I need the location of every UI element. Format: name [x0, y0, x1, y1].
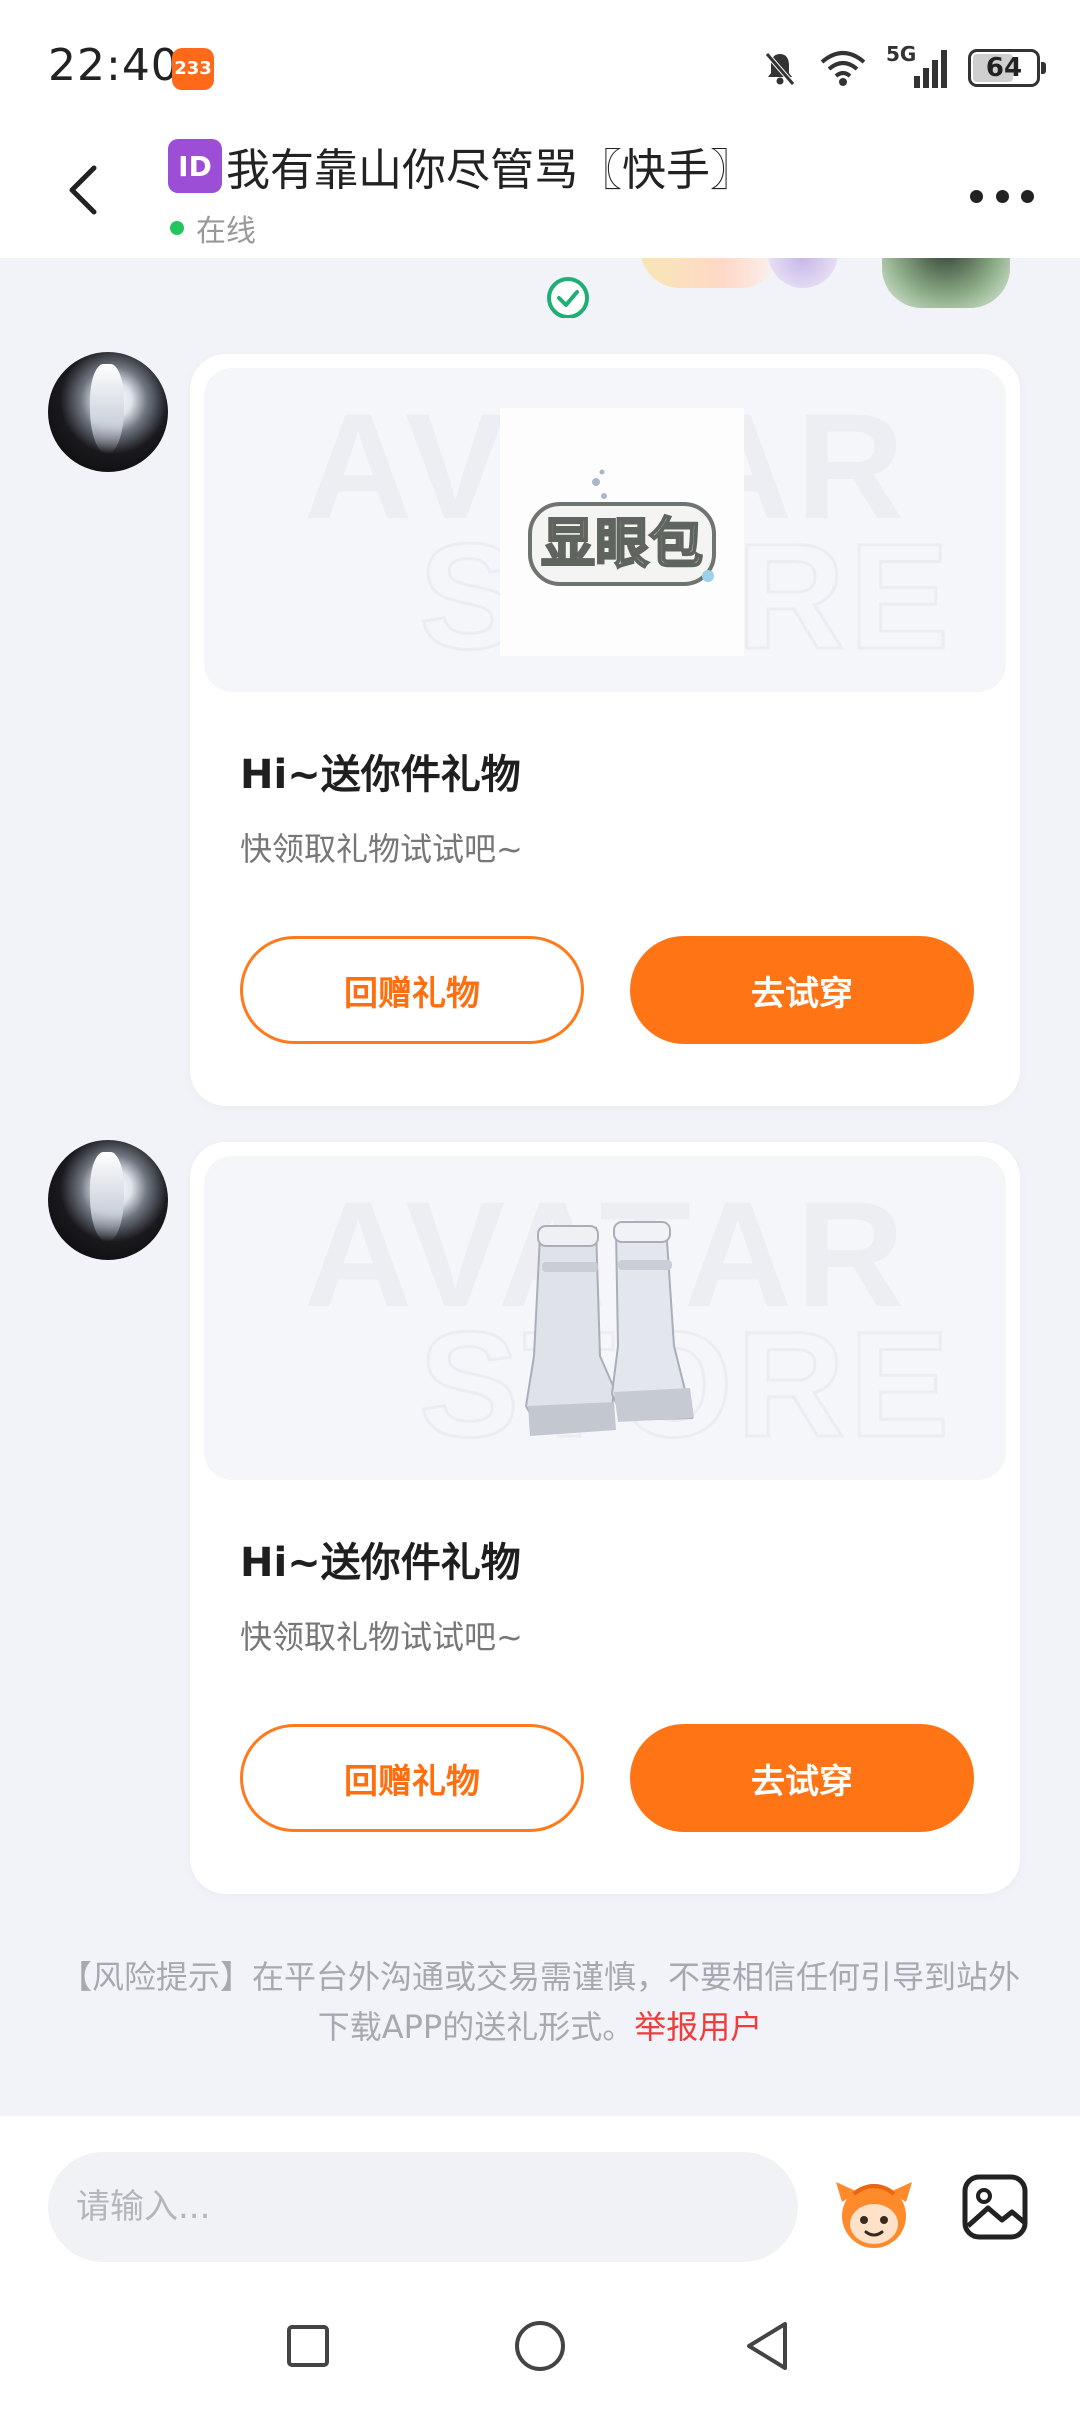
- chat-title-block[interactable]: ID 我有靠山你尽管骂〖快手〗 在线: [168, 134, 754, 250]
- image-icon: [962, 2174, 1028, 2240]
- nav-back-button[interactable]: [738, 2316, 798, 2376]
- gift-card: AVATAR STORE Hi~送你件礼物 快领取礼物试试吧~ 回赠礼物 去试穿: [190, 1142, 1020, 1894]
- svg-text:显眼包: 显眼包: [541, 512, 703, 575]
- battery-level: 64: [985, 53, 1023, 83]
- avatar[interactable]: [48, 352, 168, 472]
- id-badge: ID: [168, 139, 222, 193]
- gift-message: AVATAR STORE 显眼包 Hi~送你件礼物 快领取礼物试试吧~ 回赠礼物…: [0, 352, 1080, 1108]
- status-time: 22:40: [48, 40, 180, 91]
- signal-5g: 5G: [886, 42, 950, 90]
- gift-preview[interactable]: AVATAR STORE: [204, 1156, 1006, 1480]
- chat-title: 我有靠山你尽管骂〖快手〗: [226, 145, 754, 196]
- gift-subtitle: 快领取礼物试试吧~: [240, 830, 523, 868]
- home-button[interactable]: [510, 2316, 570, 2376]
- report-user-link[interactable]: 举报用户: [634, 2008, 762, 2046]
- status-bar: 22:40 233 5G 64: [0, 0, 1080, 130]
- text-sticker-icon: 显眼包: [528, 469, 716, 586]
- try-on-button[interactable]: 去试穿: [630, 936, 974, 1044]
- system-nav-bar: [0, 2282, 1080, 2412]
- more-button[interactable]: [970, 176, 1034, 216]
- return-gift-button[interactable]: 回赠礼物: [240, 1724, 584, 1832]
- square-icon: [287, 2325, 329, 2367]
- mute-bell-icon: [765, 52, 795, 86]
- return-gift-button[interactable]: 回赠礼物: [240, 936, 584, 1044]
- chat-header: ID 我有靠山你尽管骂〖快手〗 在线: [0, 130, 1080, 258]
- status-icons: 5G 64: [760, 42, 1046, 92]
- gift-title: Hi~送你件礼物: [240, 752, 521, 798]
- gift-title: Hi~送你件礼物: [240, 1540, 521, 1586]
- triangle-back-icon: [747, 2322, 787, 2370]
- back-button[interactable]: [52, 158, 116, 222]
- try-on-button[interactable]: 去试穿: [630, 1724, 974, 1832]
- boots-icon: [524, 1221, 694, 1436]
- battery-indicator: 64: [968, 49, 1046, 87]
- chevron-left-icon: [69, 165, 97, 215]
- mascot-emoji-icon: [836, 2182, 912, 2248]
- composer-bar: [0, 2116, 1080, 2282]
- sticker-peek: [768, 258, 838, 288]
- gift-subtitle: 快领取礼物试试吧~: [240, 1618, 523, 1656]
- online-text: 在线: [196, 214, 256, 249]
- risk-notice-text: 【风险提示】在平台外沟通或交易需谨慎，不要相信任何引导到站外下载APP的送礼形式…: [60, 1958, 1021, 2046]
- gift-preview[interactable]: AVATAR STORE 显眼包: [204, 368, 1006, 692]
- emoji-button[interactable]: [832, 2172, 916, 2252]
- sticker-peek: [640, 258, 780, 288]
- wifi-icon: [820, 51, 866, 86]
- message-input[interactable]: [48, 2152, 798, 2262]
- app-notification-badge: 233: [172, 48, 214, 90]
- previous-content-peek: [0, 258, 1080, 318]
- signal-icon: [914, 50, 947, 88]
- image-button[interactable]: [960, 2172, 1030, 2242]
- online-status: 在线: [170, 206, 754, 250]
- avatar-peek: [882, 258, 1010, 308]
- check-circle-icon: [547, 277, 589, 318]
- more-dot: [970, 189, 983, 203]
- gift-card: AVATAR STORE 显眼包 Hi~送你件礼物 快领取礼物试试吧~ 回赠礼物…: [190, 354, 1020, 1106]
- recent-apps-button[interactable]: [278, 2316, 338, 2376]
- online-dot-icon: [170, 221, 184, 235]
- avatar[interactable]: [48, 1140, 168, 1260]
- gift-image: 显眼包: [500, 408, 744, 656]
- risk-notice: 【风险提示】在平台外沟通或交易需谨慎，不要相信任何引导到站外下载APP的送礼形式…: [60, 1952, 1020, 2052]
- more-dot: [1021, 189, 1034, 203]
- gift-message: AVATAR STORE Hi~送你件礼物 快领取礼物试试吧~ 回赠礼物 去试穿: [0, 1140, 1080, 1896]
- more-dot: [995, 189, 1009, 203]
- circle-icon: [515, 2321, 565, 2371]
